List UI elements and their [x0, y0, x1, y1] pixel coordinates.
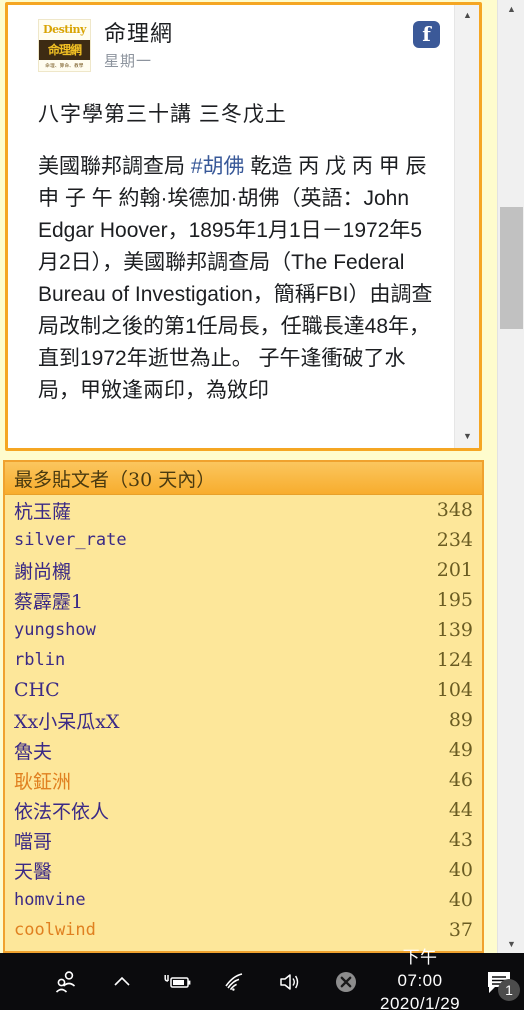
windows-taskbar: 下午 07:00 2020/1/29 1: [0, 948, 524, 1010]
page-scrollbar[interactable]: ▲ ▼: [497, 0, 524, 953]
post-title: 八字學第三十講 三冬戊土: [38, 103, 287, 126]
page-name[interactable]: 命理網: [104, 20, 173, 48]
post-body-rest: 乾造 丙 戊 丙 甲 辰 申 子 午 約翰·埃德加·胡佛（英語：John Edg…: [38, 155, 433, 402]
wifi-icon[interactable]: [206, 953, 262, 1010]
facebook-icon-glyph: f: [422, 21, 431, 46]
post-timestamp[interactable]: 星期一: [104, 50, 173, 71]
post-content: Destiny 命理網 命理、算命、教學 命理網 星期一 f 八字學第三十講 三…: [8, 5, 454, 448]
top-poster-count: 195: [436, 589, 473, 611]
post-scrollbar[interactable]: ▲ ▼: [454, 5, 479, 448]
top-poster-count: 40: [448, 859, 473, 881]
top-poster-count: 124: [436, 649, 473, 671]
top-poster-name[interactable]: silver_rate: [14, 530, 127, 550]
top-poster-row[interactable]: yungshow 139: [5, 615, 482, 645]
top-poster-count: 234: [436, 529, 473, 551]
top-poster-count: 43: [448, 829, 473, 851]
top-poster-name[interactable]: homvine: [14, 890, 86, 910]
top-poster-name[interactable]: coolwind: [14, 920, 96, 940]
facebook-post-panel: Destiny 命理網 命理、算命、教學 命理網 星期一 f 八字學第三十講 三…: [5, 2, 482, 451]
chevron-up-icon[interactable]: [94, 953, 150, 1010]
page-scroll-up-icon[interactable]: ▲: [498, 0, 524, 18]
top-poster-name[interactable]: 依法不依人: [14, 797, 109, 824]
top-poster-name[interactable]: Xx小呆瓜xX: [14, 707, 119, 734]
people-icon[interactable]: [38, 953, 94, 1010]
top-poster-name[interactable]: CHC: [14, 679, 60, 701]
top-poster-count: 44: [448, 799, 473, 821]
top-poster-row[interactable]: 噹哥 43: [5, 825, 482, 855]
top-poster-count: 46: [448, 769, 473, 791]
top-poster-name[interactable]: 蔡霹靂1: [14, 587, 83, 614]
top-poster-row[interactable]: 天醫 40: [5, 855, 482, 885]
clock-time: 下午 07:00: [397, 948, 443, 991]
taskbar-clock[interactable]: 下午 07:00 2020/1/29: [380, 947, 460, 1010]
top-poster-row[interactable]: 耿鉦洲 46: [5, 765, 482, 795]
top-poster-count: 49: [448, 739, 473, 761]
top-poster-row[interactable]: 謝尚櫬 201: [5, 555, 482, 585]
top-poster-row[interactable]: Xx小呆瓜xX 89: [5, 705, 482, 735]
top-poster-name[interactable]: 噹哥: [14, 827, 52, 854]
top-poster-row[interactable]: rblin 124: [5, 645, 482, 675]
top-poster-row[interactable]: 杭玉薩 348: [5, 495, 482, 525]
top-poster-row[interactable]: 蔡霹靂1 195: [5, 585, 482, 615]
top-poster-row[interactable]: 魯夫 49: [5, 735, 482, 765]
page-scrollbar-thumb[interactable]: [500, 207, 523, 329]
taskbar-tray-icons: [38, 953, 374, 1010]
top-poster-name[interactable]: rblin: [14, 650, 65, 670]
scroll-down-icon[interactable]: ▼: [455, 426, 479, 446]
post-body: 美國聯邦調查局 #胡佛 乾造 丙 戊 丙 甲 辰 申 子 午 約翰·埃德加·胡佛…: [38, 151, 438, 406]
top-posters-panel: 最多貼文者（30 天內） 杭玉薩 348 silver_rate 234 謝尚櫬 201 蔡…: [3, 460, 484, 953]
hashtag-link[interactable]: #胡佛: [191, 155, 245, 178]
logo-tagline-text: 命理、算命、教學: [39, 60, 90, 71]
top-poster-count: 104: [436, 679, 473, 701]
top-poster-count: 348: [436, 499, 473, 521]
notification-center-button[interactable]: 1: [474, 953, 524, 1010]
clock-date: 2020/1/29: [380, 993, 461, 1010]
top-poster-count: 37: [448, 919, 473, 941]
top-poster-row[interactable]: coolwind 37: [5, 915, 482, 945]
top-poster-name[interactable]: yungshow: [14, 620, 96, 640]
top-poster-name[interactable]: 魯夫: [14, 737, 52, 764]
top-poster-name[interactable]: 耿鉦洲: [14, 767, 71, 794]
page-avatar-logo[interactable]: Destiny 命理網 命理、算命、教學: [38, 19, 91, 72]
post-header-text: 命理網 星期一: [104, 19, 173, 71]
facebook-icon[interactable]: f: [413, 21, 440, 48]
top-poster-row[interactable]: 依法不依人 44: [5, 795, 482, 825]
post-header: Destiny 命理網 命理、算命、教學 命理網 星期一 f: [38, 19, 440, 72]
notification-badge: 1: [498, 979, 520, 1001]
top-poster-count: 89: [448, 709, 473, 731]
top-poster-name[interactable]: 謝尚櫬: [14, 557, 71, 584]
page-scroll-down-icon[interactable]: ▼: [498, 935, 524, 953]
post-body-lead: 美國聯邦調查局: [38, 155, 191, 179]
top-poster-name[interactable]: 天醫: [14, 857, 52, 884]
top-poster-row[interactable]: homvine 40: [5, 885, 482, 915]
top-poster-count: 201: [436, 559, 473, 581]
logo-chinese-text: 命理網: [39, 40, 90, 60]
battery-charging-icon[interactable]: [150, 953, 206, 1010]
top-posters-list: 杭玉薩 348 silver_rate 234 謝尚櫬 201 蔡霹靂1 195 yungsho…: [5, 495, 482, 945]
top-poster-name[interactable]: 杭玉薩: [14, 497, 71, 524]
top-posters-header: 最多貼文者（30 天內）: [5, 462, 482, 495]
top-poster-count: 139: [436, 619, 473, 641]
logo-destiny-text: Destiny: [39, 20, 90, 40]
screen: Destiny 命理網 命理、算命、教學 命理網 星期一 f 八字學第三十講 三…: [0, 0, 524, 1010]
scroll-up-icon[interactable]: ▲: [455, 5, 479, 25]
top-poster-row[interactable]: silver_rate 234: [5, 525, 482, 555]
error-x-icon[interactable]: [318, 953, 374, 1010]
top-poster-row[interactable]: CHC 104: [5, 675, 482, 705]
speaker-icon[interactable]: [262, 953, 318, 1010]
top-poster-count: 40: [448, 889, 473, 911]
